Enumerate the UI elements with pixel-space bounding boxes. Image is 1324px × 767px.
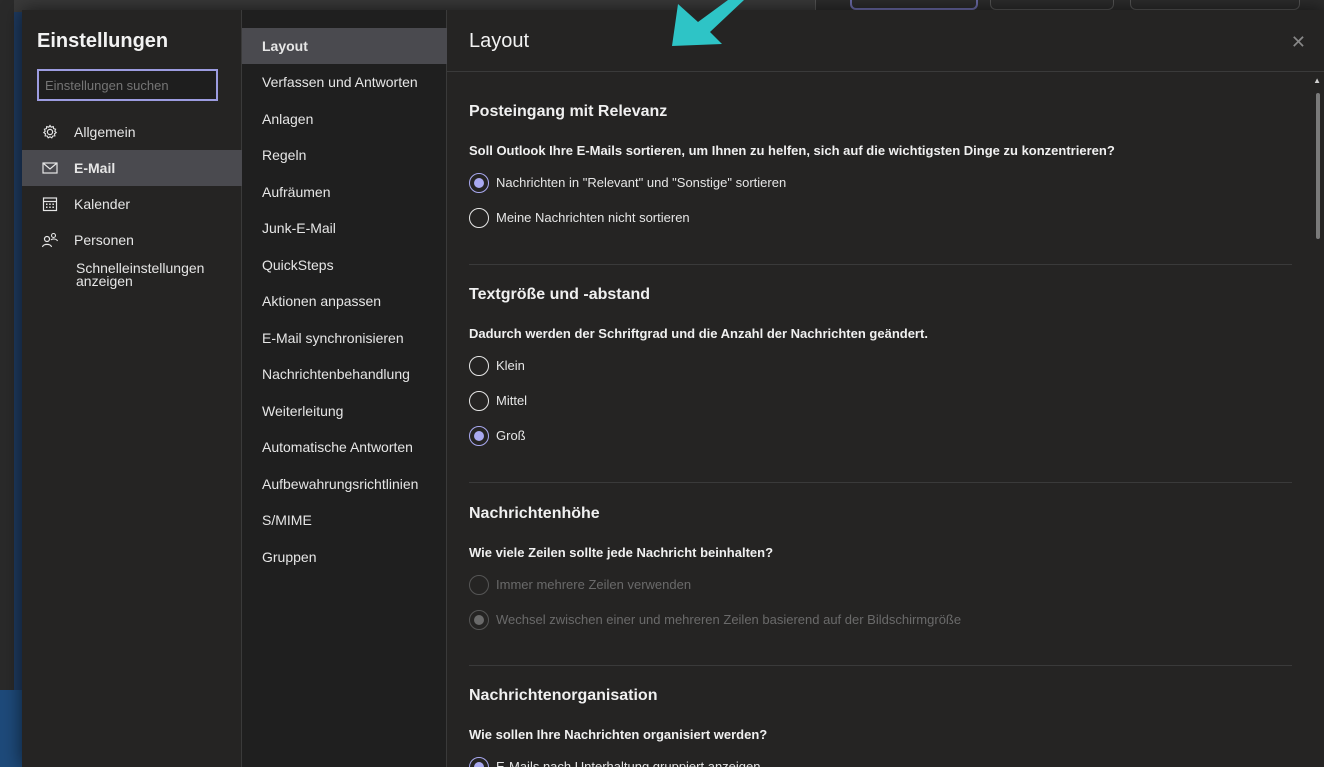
page-title: Layout	[469, 30, 530, 52]
mail-nav-item[interactable]: Automatische Antworten	[242, 429, 447, 466]
category-label: Personen	[74, 232, 134, 248]
mail-nav-item[interactable]: E-Mail synchronisieren	[242, 320, 447, 357]
section-message-height: Nachrichtenhöhe Wie viele Zeilen sollte …	[469, 505, 1292, 637]
calendar-icon	[40, 196, 60, 212]
mail-nav-item[interactable]: Junk-E-Mail	[242, 210, 447, 247]
radio-label: E-Mails nach Unterhaltung gruppiert anze…	[496, 759, 761, 767]
radio-option: Immer mehrere Zeilen verwenden	[469, 567, 1292, 602]
radio-button[interactable]	[469, 390, 489, 411]
category-item-personen[interactable]: Personen	[22, 222, 242, 258]
mail-nav-item[interactable]: S/MIME	[242, 502, 447, 539]
header-divider	[447, 71, 1324, 72]
radio-button[interactable]	[469, 425, 489, 446]
mail-nav-item[interactable]: Gruppen	[242, 539, 447, 576]
background-tab	[1130, 0, 1300, 10]
mail-nav-item[interactable]: Layout	[242, 28, 447, 64]
mail-nav-item[interactable]: Aktionen anpassen	[242, 283, 447, 320]
radio-button[interactable]	[469, 207, 489, 228]
radio-button	[469, 574, 489, 595]
mail-nav-item[interactable]: Anlagen	[242, 101, 447, 138]
quick-settings-link[interactable]: Schnelleinstellungen anzeigen	[22, 261, 242, 288]
section-divider	[469, 264, 1292, 265]
mail-nav-item[interactable]: Weiterleitung	[242, 393, 447, 430]
mail-nav-item[interactable]: Regeln	[242, 137, 447, 174]
background-tab	[990, 0, 1114, 10]
settings-categories-pane: Einstellungen Allgemein E-Mail Kalender	[22, 10, 242, 767]
close-icon[interactable]: ✕	[1291, 32, 1306, 53]
radio-option: Wechsel zwischen einer und mehreren Zeil…	[469, 602, 1292, 637]
radio-label: Immer mehrere Zeilen verwenden	[496, 577, 692, 592]
mail-nav-item[interactable]: Aufräumen	[242, 174, 447, 211]
mail-icon	[40, 160, 60, 176]
mail-nav-item[interactable]: QuickSteps	[242, 247, 447, 284]
section-question: Dadurch werden der Schriftgrad und die A…	[469, 326, 928, 341]
mail-subcategory-list: Layout Verfassen und Antworten Anlagen Rege…	[242, 28, 447, 575]
radio-option[interactable]: Meine Nachrichten nicht sortieren	[469, 200, 1292, 235]
mail-nav-item[interactable]: Verfassen und Antworten	[242, 64, 447, 101]
section-question: Soll Outlook Ihre E-Mails sortieren, um …	[469, 143, 1115, 158]
settings-dialog: Einstellungen Allgemein E-Mail Kalender	[22, 10, 1324, 767]
mail-subcategory-pane: Layout Verfassen und Antworten Anlagen Rege…	[242, 10, 447, 767]
section-question: Wie sollen Ihre Nachrichten organisiert …	[469, 727, 768, 742]
radio-option[interactable]: Groß	[469, 418, 1292, 453]
radio-button[interactable]	[469, 756, 489, 767]
radio-button	[469, 609, 489, 630]
section-message-organization: Nachrichtenorganisation Wie sollen Ihre …	[469, 687, 1292, 767]
radio-label: Meine Nachrichten nicht sortieren	[496, 210, 690, 225]
category-item-email[interactable]: E-Mail	[22, 150, 242, 186]
category-label: Kalender	[74, 196, 131, 212]
section-title: Nachrichtenorganisation	[469, 687, 658, 704]
settings-content-pane: Layout ✕ Posteingang mit Relevanz Soll O…	[447, 10, 1324, 767]
annotation-arrow-icon	[672, 0, 744, 46]
scroll-up-arrow-icon[interactable]: ▲	[1313, 76, 1321, 85]
radio-label: Groß	[496, 428, 526, 443]
radio-option[interactable]: Nachrichten in "Relevant" und "Sonstige"…	[469, 165, 1292, 200]
scroll-thumb[interactable]	[1316, 93, 1320, 239]
section-focused-inbox: Posteingang mit Relevanz Soll Outlook Ih…	[469, 103, 1292, 235]
section-title: Nachrichtenhöhe	[469, 505, 600, 522]
radio-option[interactable]: E-Mails nach Unterhaltung gruppiert anze…	[469, 749, 1292, 767]
category-item-allgemein[interactable]: Allgemein	[22, 114, 242, 150]
mail-nav-item[interactable]: Nachrichtenbehandlung	[242, 356, 447, 393]
section-divider	[469, 482, 1292, 483]
radio-button[interactable]	[469, 355, 489, 376]
background-window-edge	[0, 0, 14, 767]
radio-label: Wechsel zwischen einer und mehreren Zeil…	[496, 612, 962, 627]
background-tab	[850, 0, 978, 10]
radio-label: Mittel	[496, 393, 528, 408]
section-divider	[469, 665, 1292, 666]
radio-option[interactable]: Mittel	[469, 383, 1292, 418]
gear-icon	[40, 124, 60, 140]
category-label: E-Mail	[74, 160, 116, 176]
section-text-size: Textgröße und -abstand Dadurch werden de…	[469, 286, 1292, 453]
radio-option[interactable]: Klein	[469, 348, 1292, 383]
category-list: Allgemein E-Mail Kalender Personen Schne…	[22, 114, 242, 288]
category-item-kalender[interactable]: Kalender	[22, 186, 242, 222]
mail-nav-item[interactable]: Aufbewahrungsrichtlinien	[242, 466, 447, 503]
radio-label: Nachrichten in "Relevant" und "Sonstige"…	[496, 175, 787, 190]
section-question: Wie viele Zeilen sollte jede Nachricht b…	[469, 545, 774, 560]
people-icon	[40, 232, 60, 248]
radio-button[interactable]	[469, 172, 489, 193]
radio-label: Klein	[496, 358, 525, 373]
section-title: Textgröße und -abstand	[469, 286, 651, 303]
category-label: Allgemein	[74, 124, 136, 140]
settings-title: Einstellungen	[37, 30, 169, 52]
section-title: Posteingang mit Relevanz	[469, 103, 668, 120]
settings-search-input[interactable]	[37, 69, 218, 101]
